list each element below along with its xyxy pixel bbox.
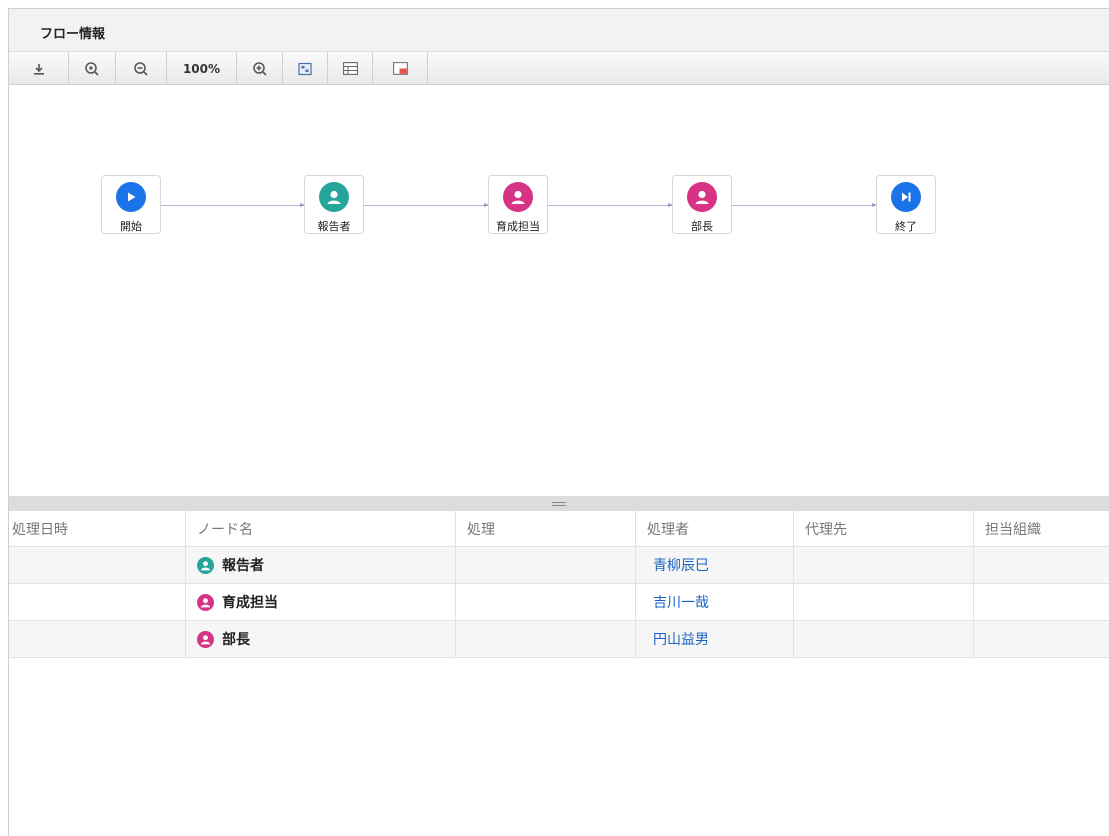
zoom-in-button[interactable] — [237, 52, 283, 85]
flow-node-reporter[interactable]: 報告者 — [304, 175, 364, 234]
datetime-cell — [9, 584, 186, 620]
user-icon — [319, 182, 349, 212]
flow-node-label: 報告者 — [317, 220, 351, 233]
action-cell — [456, 584, 636, 620]
zoom-level-label: 100% — [182, 61, 221, 76]
zoom-out-button[interactable] — [116, 52, 167, 85]
handler-cell: 吉川一哉 — [636, 584, 794, 620]
flow-edge — [732, 203, 877, 207]
datetime-cell — [9, 621, 186, 657]
zoom-out-icon — [133, 61, 149, 77]
org-cell — [974, 621, 1109, 657]
history-table: 処理日時 ノード名 処理 処理者 代理先 担当組織 報告者 青柳辰巳 育成担当 … — [9, 511, 1109, 658]
proxy-cell — [794, 584, 974, 620]
zoom-in-icon — [252, 61, 268, 77]
handler-link[interactable]: 円山益男 — [653, 629, 709, 649]
table-view-button[interactable] — [328, 52, 373, 85]
node-name-cell: 報告者 — [186, 547, 456, 583]
download-button[interactable] — [9, 52, 69, 85]
panel-title: フロー情報 — [40, 27, 106, 42]
column-header[interactable]: 処理日時 — [9, 511, 186, 546]
handler-link[interactable]: 吉川一哉 — [653, 592, 709, 612]
flow-node-label: 育成担当 — [496, 220, 540, 233]
table-row[interactable]: 育成担当 吉川一哉 — [9, 584, 1109, 621]
column-header[interactable]: 処理者 — [636, 511, 794, 546]
flow-node-label: 開始 — [120, 220, 142, 233]
user-icon — [197, 630, 214, 648]
flow-node-manager[interactable]: 部長 — [672, 175, 732, 234]
user-icon — [197, 593, 214, 611]
org-cell — [974, 584, 1109, 620]
column-header[interactable]: 処理 — [456, 511, 636, 546]
node-name-cell: 育成担当 — [186, 584, 456, 620]
node-name: 部長 — [222, 632, 250, 648]
zoom-level[interactable]: 100% — [167, 52, 237, 85]
play-icon — [116, 182, 146, 212]
download-icon — [32, 62, 46, 76]
proxy-cell — [794, 547, 974, 583]
fit-window-icon — [298, 62, 312, 76]
flow-edge — [548, 203, 673, 207]
zoom-fit-icon — [84, 61, 100, 77]
flow-node-end[interactable]: 終了 — [876, 175, 936, 234]
table-row[interactable]: 報告者 青柳辰巳 — [9, 547, 1109, 584]
window-button[interactable] — [373, 52, 428, 85]
toolbar: 100% — [9, 51, 1109, 85]
column-header[interactable]: 担当組織 — [974, 511, 1109, 546]
flow-edge — [161, 203, 305, 207]
pane-splitter[interactable] — [9, 496, 1109, 511]
table-header-row: 処理日時 ノード名 処理 処理者 代理先 担当組織 — [9, 511, 1109, 547]
flow-node-label: 部長 — [691, 220, 713, 233]
user-icon — [503, 182, 533, 212]
skip-end-icon — [891, 182, 921, 212]
zoom-fit-button[interactable] — [69, 52, 116, 85]
node-name: 報告者 — [222, 558, 264, 574]
panel-header: フロー情報 — [9, 9, 1109, 51]
proxy-cell — [794, 621, 974, 657]
user-icon — [197, 556, 214, 574]
user-icon — [687, 182, 717, 212]
handler-cell: 青柳辰巳 — [636, 547, 794, 583]
handler-link[interactable]: 青柳辰巳 — [653, 555, 709, 575]
flow-edge — [364, 203, 489, 207]
node-name: 育成担当 — [222, 595, 278, 611]
flow-node-label: 終了 — [895, 220, 917, 233]
window-icon — [392, 62, 408, 75]
table-row[interactable]: 部長 円山益男 — [9, 621, 1109, 658]
column-header[interactable]: ノード名 — [186, 511, 456, 546]
action-cell — [456, 621, 636, 657]
action-cell — [456, 547, 636, 583]
flow-info-panel: フロー情報 100% 開始 報告者 育成担当 部長 終了 処理日時 ノード名 処… — [8, 8, 1109, 836]
flow-node-start[interactable]: 開始 — [101, 175, 161, 234]
drag-handle-icon — [552, 501, 566, 506]
flow-canvas[interactable]: 開始 報告者 育成担当 部長 終了 — [9, 85, 1109, 496]
datetime-cell — [9, 547, 186, 583]
fit-window-button[interactable] — [283, 52, 328, 85]
column-header[interactable]: 代理先 — [794, 511, 974, 546]
flow-node-trainer[interactable]: 育成担当 — [488, 175, 548, 234]
handler-cell: 円山益男 — [636, 621, 794, 657]
node-name-cell: 部長 — [186, 621, 456, 657]
table-view-icon — [342, 62, 358, 75]
org-cell — [974, 547, 1109, 583]
